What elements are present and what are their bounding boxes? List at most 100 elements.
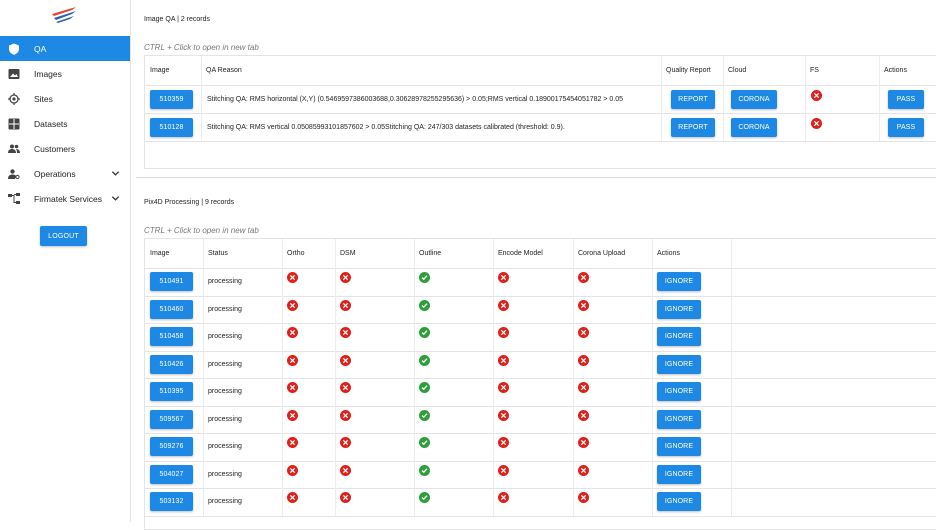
status-text: processing [208, 333, 242, 341]
ignore-button[interactable]: IGNORE [657, 409, 701, 429]
column-header: Quality Report [666, 67, 711, 74]
sidebar-item-sites[interactable]: Sites [0, 86, 130, 111]
column-header: Image [150, 67, 170, 74]
check-circle-icon [419, 354, 430, 366]
error-circle-icon [287, 354, 298, 366]
qa-reason: Stitching QA: RMS horizontal (X,Y) (0.54… [207, 95, 624, 103]
pass-button[interactable]: PASS [888, 89, 924, 109]
image-id-button[interactable]: 510426 [150, 354, 193, 374]
column-header: Corona Upload [578, 250, 626, 257]
table-row: 509276 processing IGNORE [145, 433, 936, 462]
error-circle-icon [498, 382, 509, 393]
image-id-button[interactable]: 503132 [150, 492, 193, 512]
error-circle-icon [498, 272, 509, 283]
ignore-button[interactable]: IGNORE [657, 299, 701, 319]
image-id-button[interactable]: 510460 [150, 299, 193, 319]
check-circle-icon [419, 299, 430, 311]
table-row: 504027 processing IGNORE [145, 460, 936, 489]
ignore-button[interactable]: IGNORE [657, 464, 701, 484]
sidebar-item-label: Sites [34, 93, 53, 104]
status-text: processing [208, 360, 242, 368]
column-header: Outline [419, 250, 442, 257]
report-button[interactable]: REPORT [671, 117, 715, 137]
image-id-button[interactable]: 509567 [150, 409, 193, 429]
error-circle-icon [498, 354, 509, 366]
error-circle-icon [578, 437, 589, 448]
check-circle-icon [419, 272, 430, 283]
sidebar-item-label: QA [34, 43, 47, 54]
error-circle-icon [498, 327, 509, 338]
report-button[interactable]: REPORT [671, 89, 715, 109]
column-header: DSM [340, 250, 356, 257]
error-circle-icon [498, 299, 509, 311]
chevron-down-icon [111, 196, 120, 201]
error-circle-icon [287, 382, 298, 393]
check-circle-icon [419, 327, 430, 338]
status-text: processing [208, 443, 242, 451]
status-text: processing [208, 498, 242, 506]
ignore-button[interactable]: IGNORE [657, 382, 701, 402]
ignore-button[interactable]: IGNORE [657, 354, 701, 374]
sidebar-item-datasets[interactable]: Datasets [0, 111, 130, 136]
error-circle-icon [578, 492, 589, 503]
error-circle-icon [287, 464, 298, 476]
shield-icon [6, 41, 22, 57]
sidebar-item-customers[interactable]: Customers [0, 136, 130, 161]
table-row: 510128 Stitching QA: RMS vertical 0.05085… [145, 113, 936, 142]
error-circle-icon [811, 118, 822, 129]
error-circle-icon [340, 382, 351, 393]
error-circle-icon [340, 299, 351, 311]
image-id-button[interactable]: 510395 [150, 382, 193, 402]
column-header: Status [208, 250, 228, 257]
logout-button[interactable]: LOGOUT [40, 226, 87, 246]
table-row: 510460 processing IGNORE [145, 295, 936, 324]
image-qa-title: Image QA | 2 records [144, 16, 211, 23]
error-circle-icon [578, 272, 589, 283]
status-text: processing [208, 305, 242, 313]
pass-button[interactable]: PASS [888, 117, 924, 137]
error-circle-icon [340, 354, 351, 366]
error-circle-icon [578, 464, 589, 476]
status-text: processing [208, 470, 242, 478]
person-gear-icon [6, 166, 22, 182]
error-circle-icon [578, 382, 589, 393]
column-header: Cloud [728, 67, 747, 74]
error-circle-icon [498, 492, 509, 503]
image-id-button[interactable]: 510491 [150, 272, 193, 292]
column-header: Encode Model [498, 250, 543, 257]
image-id-button[interactable]: 510458 [150, 327, 193, 347]
section-divider [136, 177, 936, 178]
table-row: 510458 processing IGNORE [145, 323, 936, 352]
error-circle-icon [340, 272, 351, 283]
image-icon [6, 66, 22, 82]
corona-button[interactable]: CORONA [731, 117, 777, 137]
image-id-button[interactable]: 510359 [150, 89, 193, 109]
table-row: 509567 processing IGNORE [145, 405, 936, 434]
corona-button[interactable]: CORONA [731, 89, 777, 109]
firmatek-logo [50, 6, 78, 24]
sidebar-item-label: Operations [34, 168, 76, 179]
image-id-button[interactable]: 510128 [150, 117, 193, 137]
chevron-down-icon [111, 171, 120, 176]
error-circle-icon [340, 464, 351, 476]
ignore-button[interactable]: IGNORE [657, 492, 701, 512]
hierarchy-icon [6, 191, 22, 207]
ignore-button[interactable]: IGNORE [657, 437, 701, 457]
image-id-button[interactable]: 509276 [150, 437, 193, 457]
people-icon [6, 141, 22, 157]
check-circle-icon [419, 492, 430, 503]
error-circle-icon [287, 409, 298, 421]
image-id-button[interactable]: 504027 [150, 464, 193, 484]
ignore-button[interactable]: IGNORE [657, 272, 701, 292]
table-row: 510395 processing IGNORE [145, 378, 936, 407]
sidebar-item-operations[interactable]: Operations [0, 161, 130, 186]
table-header: Image Status Ortho DSM Outline Encode Model Co… [145, 239, 936, 269]
sidebar-item-label: Datasets [34, 118, 68, 129]
sidebar-nav: QA Images Sites Datasets Customers Operations… [0, 36, 130, 211]
sidebar-item-images[interactable]: Images [0, 61, 130, 86]
error-circle-icon [578, 409, 589, 421]
sidebar-item-qa[interactable]: QA [0, 36, 130, 61]
table-row: 510426 processing IGNORE [145, 350, 936, 379]
ignore-button[interactable]: IGNORE [657, 327, 701, 347]
sidebar-item-firmatek-services[interactable]: Firmatek Services [0, 186, 130, 211]
